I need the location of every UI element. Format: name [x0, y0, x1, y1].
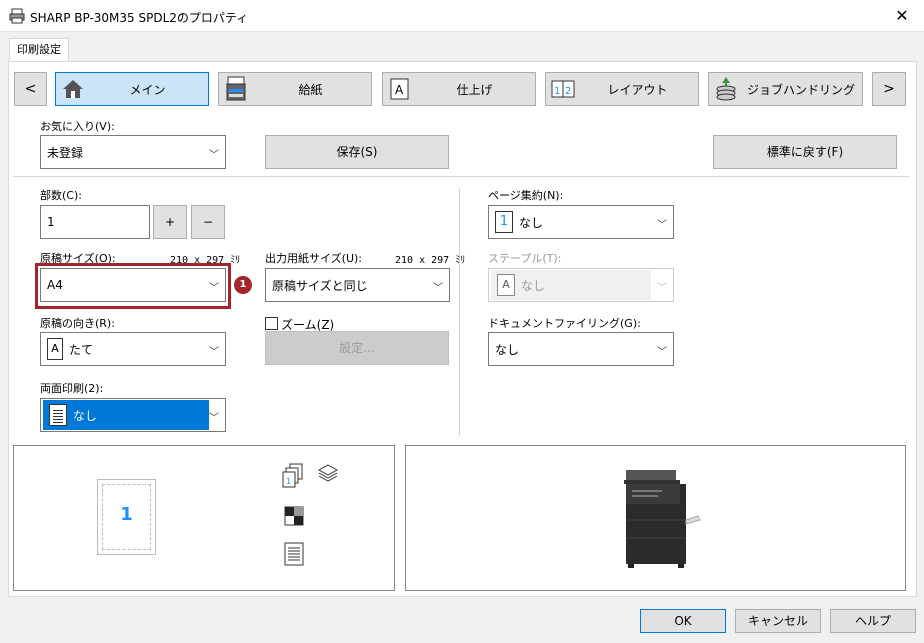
favorites-select[interactable]: 未登録 ﹀: [40, 135, 226, 169]
favorites-value: 未登録: [47, 145, 84, 160]
divider: [13, 176, 909, 177]
output-size-label: 出力用紙サイズ(U):: [265, 252, 363, 265]
duplex-label: 両面印刷(2):: [40, 382, 104, 395]
staple-selected: A なし: [491, 270, 651, 300]
finishing-icon: A: [386, 75, 414, 103]
output-size-dims: 210 x 297 ﾐﾘ: [395, 255, 466, 266]
nav-tab-label: レイアウト: [607, 82, 668, 97]
document-filing-label: ドキュメントファイリング(G):: [488, 317, 641, 330]
nav-tab-finishing[interactable]: A 仕上げ: [382, 72, 536, 106]
pages-per-sheet-value: なし: [519, 215, 544, 230]
svg-text:2: 2: [565, 86, 571, 97]
document-filing-value: なし: [495, 342, 520, 357]
output-size-select[interactable]: 原稿サイズと同じ ﹀: [265, 268, 450, 302]
chevron-down-icon: ﹀: [209, 413, 219, 424]
nav-tab-layout[interactable]: 12 レイアウト: [545, 72, 699, 106]
staple-label: ステープル(T):: [488, 252, 562, 265]
printer-icon: [9, 8, 25, 24]
nav-next-button[interactable]: >: [872, 72, 906, 106]
document-filing-select[interactable]: なし ﹀: [488, 332, 674, 366]
document-icon: [284, 542, 304, 566]
collate-icon: 1: [282, 463, 303, 488]
staple-icon: A: [497, 274, 515, 296]
nav-prev-button[interactable]: <: [14, 72, 47, 106]
help-button[interactable]: ヘルプ: [830, 609, 916, 633]
original-size-select[interactable]: A4 ﹀: [40, 268, 226, 302]
job-handling-icon: [712, 75, 740, 103]
page-preview: 1 1: [13, 445, 395, 591]
copies-increment-button[interactable]: +: [153, 205, 187, 239]
page-number: 1: [120, 504, 133, 525]
staple-value: なし: [521, 278, 546, 293]
portrait-icon: A: [47, 338, 63, 360]
nav-tab-label: 給紙: [298, 82, 323, 97]
duplex-value: なし: [73, 408, 98, 423]
nav-tab-label: メイン: [129, 82, 166, 97]
layout-icon: 12: [549, 75, 577, 103]
divider: [459, 188, 460, 436]
window-title: SHARP BP-30M35 SPDL2のプロパティ: [30, 11, 249, 25]
color-mode-icon: [284, 506, 304, 526]
one-page-icon: 1: [495, 211, 513, 233]
cancel-button[interactable]: キャンセル: [735, 609, 821, 633]
copies-decrement-button[interactable]: −: [191, 205, 225, 239]
save-button[interactable]: 保存(S): [265, 135, 449, 169]
home-icon: [59, 75, 87, 103]
chevron-down-icon: ﹀: [657, 283, 667, 294]
chevron-down-icon: ﹀: [433, 283, 443, 294]
copies-label: 部数(C):: [40, 189, 82, 202]
pages-per-sheet-label: ページ集約(N):: [488, 189, 564, 202]
printer-tray-icon: [222, 75, 250, 103]
orientation-value: たて: [69, 342, 94, 357]
svg-text:A: A: [395, 83, 404, 97]
reset-defaults-button[interactable]: 標準に戻す(F): [713, 135, 897, 169]
zoom-settings-button[interactable]: 設定...: [265, 331, 449, 365]
copies-input[interactable]: 1: [40, 205, 150, 239]
chevron-down-icon: ﹀: [657, 347, 667, 358]
favorites-label: お気に入り(V):: [40, 120, 115, 133]
nav-tab-paper-source[interactable]: 給紙: [218, 72, 372, 106]
nav-tab-label: ジョブハンドリング: [746, 82, 855, 97]
document-icon: [49, 404, 67, 426]
tab-print-settings[interactable]: 印刷設定: [9, 38, 69, 62]
stack-icon: [317, 464, 339, 482]
duplex-select[interactable]: なし ﹀: [40, 398, 226, 432]
staple-select[interactable]: A なし ﹀: [488, 268, 674, 302]
nav-tab-job-handling[interactable]: ジョブハンドリング: [708, 72, 863, 106]
title-bar: SHARP BP-30M35 SPDL2のプロパティ ✕: [0, 0, 924, 32]
step-badge: 1: [234, 276, 252, 294]
original-size-value: A4: [47, 278, 63, 292]
orientation-select[interactable]: A たて ﹀: [40, 332, 226, 366]
printer-machine-icon: [624, 470, 701, 568]
chevron-down-icon: ﹀: [657, 220, 667, 231]
svg-text:1: 1: [286, 477, 291, 486]
close-button[interactable]: ✕: [887, 4, 917, 28]
zoom-checkbox[interactable]: [265, 317, 278, 330]
svg-text:1: 1: [554, 86, 560, 97]
chevron-down-icon: ﹀: [209, 150, 219, 161]
duplex-selected: なし: [43, 400, 209, 430]
pages-per-sheet-select[interactable]: 1 なし ﹀: [488, 205, 674, 239]
nav-tab-main[interactable]: メイン: [55, 72, 209, 106]
page-thumbnail: 1: [97, 479, 156, 555]
orientation-label: 原稿の向き(R):: [40, 317, 115, 330]
chevron-down-icon: ﹀: [209, 347, 219, 358]
output-size-value: 原稿サイズと同じ: [272, 278, 368, 293]
chevron-down-icon: ﹀: [209, 283, 219, 294]
nav-tab-label: 仕上げ: [456, 82, 493, 97]
ok-button[interactable]: OK: [640, 609, 726, 633]
printer-preview: [405, 445, 906, 591]
